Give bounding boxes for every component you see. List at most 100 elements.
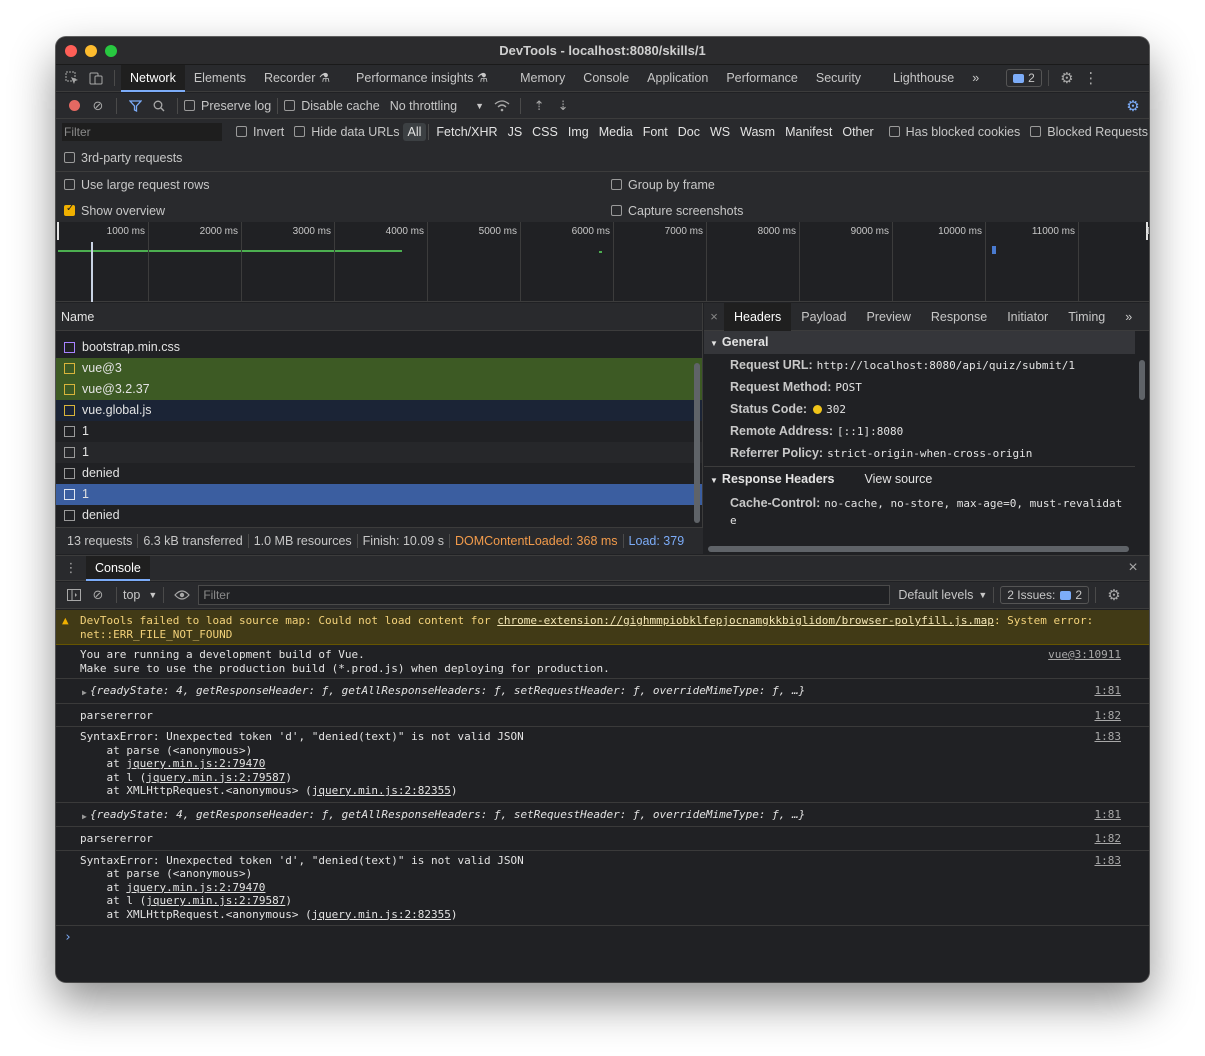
record-icon[interactable] [62, 94, 86, 118]
chevron-down-icon[interactable]: ▼ [148, 590, 157, 600]
filter-type-media[interactable]: Media [594, 123, 638, 141]
stack-link[interactable]: jquery.min.js:2:82355 [312, 784, 451, 797]
blocked-requests-checkbox[interactable]: Blocked Requests [1030, 125, 1148, 139]
search-icon[interactable] [147, 94, 171, 118]
minimize-window-button[interactable] [85, 45, 97, 57]
filter-type-wasm[interactable]: Wasm [735, 123, 780, 141]
tab-console[interactable]: Console [574, 65, 638, 92]
filter-type-css[interactable]: CSS [527, 123, 563, 141]
hide-data-urls-checkbox[interactable]: Hide data URLs [294, 125, 400, 139]
request-row[interactable]: vue@3.2.37 [56, 379, 702, 400]
response-headers-section-header[interactable]: ▼ Response Headers View source [704, 467, 1135, 492]
clear-icon[interactable]: ⊘ [86, 94, 110, 118]
checkbox-box[interactable] [294, 126, 306, 137]
expand-triangle-icon[interactable]: ▶ [82, 810, 87, 824]
source-link[interactable]: 1:81 [1095, 808, 1122, 822]
tab-response[interactable]: Response [921, 303, 997, 331]
source-link[interactable]: vue@3:10911 [1048, 648, 1121, 662]
request-row[interactable]: vue@3 [56, 358, 702, 379]
tab-memory[interactable]: Memory [511, 65, 574, 92]
more-options-icon[interactable]: ⋮ [1079, 66, 1103, 90]
issues-counter-button[interactable]: 2 [1006, 69, 1042, 87]
clear-console-icon[interactable]: ⊘ [86, 583, 110, 607]
more-details-tabs-button[interactable]: » [1115, 303, 1142, 331]
tab-headers[interactable]: Headers [724, 303, 792, 331]
more-tabs-button[interactable]: » [963, 65, 988, 92]
show-sidebar-icon[interactable] [62, 583, 86, 607]
checkbox-box[interactable] [611, 205, 622, 216]
checkbox-box[interactable] [184, 99, 195, 111]
source-link[interactable]: 1:83 [1095, 730, 1122, 744]
source-link[interactable]: 1:82 [1095, 709, 1122, 723]
request-row[interactable]: vue.global.js [56, 400, 702, 421]
filter-type-fetch-xhr[interactable]: Fetch/XHR [431, 123, 502, 141]
settings-gear-icon[interactable]: ⚙ [1055, 66, 1079, 90]
console-issues-button[interactable]: 2 Issues: 2 [1000, 586, 1089, 604]
filter-type-img[interactable]: Img [563, 123, 594, 141]
preserve-log-checkbox[interactable]: Preserve log [184, 99, 271, 113]
live-expression-eye-icon[interactable] [170, 583, 194, 607]
export-har-icon[interactable]: ⇣ [551, 94, 575, 118]
import-har-icon[interactable]: ⇡ [527, 94, 551, 118]
close-details-icon[interactable]: × [704, 305, 724, 329]
checkbox-box[interactable] [888, 126, 900, 137]
invert-checkbox[interactable]: Invert [236, 125, 284, 139]
checkbox-box[interactable] [284, 99, 296, 111]
group-by-frame-checkbox[interactable]: Group by frame [611, 178, 715, 192]
capture-screenshots-checkbox[interactable]: Capture screenshots [611, 204, 743, 218]
filter-type-ws[interactable]: WS [705, 123, 735, 141]
network-settings-icon[interactable]: ⚙ [1121, 94, 1145, 118]
console-output[interactable]: ▲ DevTools failed to load source map: Co… [56, 610, 1149, 982]
device-toolbar-icon[interactable] [84, 66, 108, 90]
checkbox-box[interactable] [64, 179, 75, 190]
overview-left-handle[interactable] [57, 222, 59, 240]
tab-performance-insights[interactable]: Performance insights ⚗ [347, 65, 497, 92]
expand-triangle-icon[interactable]: ▶ [82, 686, 87, 700]
tab-payload[interactable]: Payload [791, 303, 856, 331]
request-row-selected[interactable]: 1 [56, 484, 702, 505]
console-filter-input[interactable]: Filter [198, 585, 891, 605]
log-levels-dropdown[interactable]: Default levels [898, 588, 973, 602]
drawer-tab-console[interactable]: Console [86, 555, 150, 581]
tab-initiator[interactable]: Initiator [997, 303, 1058, 331]
tab-lighthouse[interactable]: Lighthouse [884, 65, 963, 92]
stack-link[interactable]: jquery.min.js:2:79470 [126, 757, 265, 770]
source-link[interactable]: 1:82 [1095, 832, 1122, 846]
chevron-down-icon[interactable]: ▼ [978, 590, 987, 600]
has-blocked-cookies-checkbox[interactable]: Has blocked cookies [888, 125, 1020, 139]
request-row[interactable]: denied [56, 505, 702, 526]
inspect-element-icon[interactable] [60, 66, 84, 90]
network-conditions-icon[interactable] [490, 94, 514, 118]
request-list-scrollbar[interactable] [694, 363, 700, 523]
context-selector[interactable]: top [123, 588, 140, 602]
tab-preview[interactable]: Preview [856, 303, 920, 331]
large-rows-checkbox[interactable]: Use large request rows [64, 178, 210, 192]
source-link[interactable]: 1:81 [1095, 684, 1122, 698]
console-object-message[interactable]: ▶ {readyState: 4, getResponseHeader: ƒ, g… [56, 679, 1149, 704]
filter-type-manifest[interactable]: Manifest [780, 123, 837, 141]
chevron-down-icon[interactable]: ▼ [475, 101, 484, 111]
zoom-window-button[interactable] [105, 45, 117, 57]
view-source-link[interactable]: View source [864, 472, 932, 486]
details-horizontal-scrollbar[interactable] [708, 546, 1129, 552]
console-settings-gear-icon[interactable]: ⚙ [1102, 583, 1126, 607]
drawer-menu-icon[interactable]: ⋮ [56, 556, 86, 580]
tab-timing[interactable]: Timing [1058, 303, 1115, 331]
general-section-header[interactable]: ▼ General [704, 331, 1135, 354]
filter-type-font[interactable]: Font [638, 123, 673, 141]
request-row[interactable]: 1 [56, 442, 702, 463]
filter-type-js[interactable]: JS [503, 123, 528, 141]
checkbox-box[interactable] [64, 152, 75, 163]
tab-network[interactable]: Network [121, 64, 185, 92]
close-drawer-icon[interactable]: × [1121, 556, 1145, 580]
network-overview-timeline[interactable]: 1000 ms 2000 ms 3000 ms 4000 ms 5000 ms 6000 … [56, 222, 1149, 302]
tab-elements[interactable]: Elements [185, 65, 255, 92]
request-row[interactable]: bootstrap.min.css [56, 337, 702, 358]
filter-input[interactable]: Filter [62, 123, 222, 141]
checkbox-box[interactable] [1030, 126, 1042, 137]
checkbox-box[interactable] [236, 126, 247, 137]
console-prompt[interactable]: › [56, 926, 1149, 949]
source-map-link[interactable]: chrome-extension://gighmmpiobklfepjocnam… [497, 614, 994, 627]
stack-link[interactable]: jquery.min.js:2:82355 [312, 908, 451, 921]
tab-application[interactable]: Application [638, 65, 717, 92]
